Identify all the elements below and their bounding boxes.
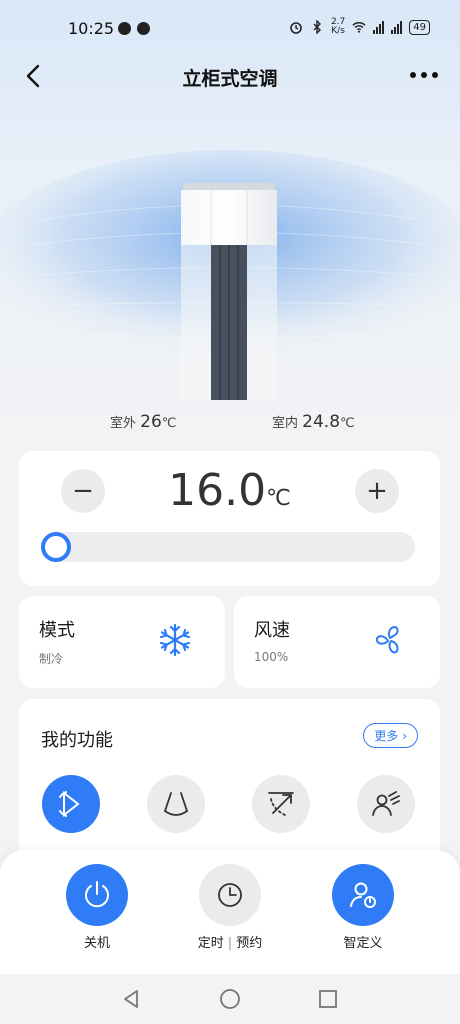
nav-recents-icon[interactable] xyxy=(317,988,339,1010)
swing-icon xyxy=(59,790,80,818)
snowflake-icon xyxy=(159,623,191,657)
status-bar: 10:25 2.7 K/s 49 xyxy=(0,0,460,58)
my-functions-title: 我的功能 xyxy=(41,730,113,751)
ac-top-cap xyxy=(183,183,275,191)
mode-value: 制冷 xyxy=(39,652,64,666)
airflow-icon xyxy=(164,792,188,816)
outdoor-value: 26 xyxy=(140,412,162,432)
signal-icon-2 xyxy=(391,20,403,34)
air-conditioner-illustration xyxy=(0,150,460,400)
target-temperature-value: 16.0 xyxy=(168,465,267,516)
fan-icon xyxy=(375,626,399,654)
wind-speed-title: 风速 xyxy=(254,620,290,641)
speed-unit: K/s xyxy=(331,26,345,36)
battery-icon: 49 xyxy=(409,19,430,35)
temperature-slider-knob[interactable] xyxy=(41,532,71,562)
network-speed: 2.7 K/s xyxy=(331,18,345,36)
outdoor-unit: ℃ xyxy=(161,416,177,431)
nav-back-icon[interactable] xyxy=(120,988,142,1010)
power-icon xyxy=(85,881,109,908)
power-button[interactable] xyxy=(66,864,128,926)
custom-mode-button[interactable] xyxy=(332,864,394,926)
function-angle-button[interactable] xyxy=(252,775,310,833)
nav-home-icon[interactable] xyxy=(219,988,241,1010)
function-swing-button[interactable] xyxy=(42,775,100,833)
page-title: 立柜式空调 xyxy=(182,68,278,90)
status-right: 2.7 K/s 49 xyxy=(289,18,430,36)
timer-button[interactable] xyxy=(199,864,261,926)
target-temperature-unit: ℃ xyxy=(266,486,291,511)
timer-label: 定时 xyxy=(197,936,224,951)
person-sensing-icon xyxy=(372,791,400,816)
custom-mode-label: 智定义 xyxy=(343,936,383,951)
more-options-icon[interactable] xyxy=(410,72,438,78)
power-label: 关机 xyxy=(83,936,110,951)
clock-icon xyxy=(218,883,242,907)
navigation-bar xyxy=(0,974,460,1024)
more-functions-label: 更多 xyxy=(374,729,399,743)
status-time: 10:25 xyxy=(68,19,115,38)
function-airflow-button[interactable] xyxy=(147,775,205,833)
bluetooth-icon xyxy=(313,20,321,34)
chevron-right-icon: › xyxy=(402,729,407,743)
signal-icon-1 xyxy=(373,20,385,34)
custom-user-icon xyxy=(350,882,376,908)
outdoor-label: 室外 xyxy=(110,416,137,431)
temperature-card: − 16.0℃ + xyxy=(19,451,440,586)
wifi-icon xyxy=(352,22,366,33)
ac-body xyxy=(181,190,277,245)
label-separator: | xyxy=(227,936,233,951)
notification-icons xyxy=(118,22,150,35)
mode-card[interactable]: 模式 制冷 xyxy=(19,596,225,688)
indoor-label: 室内 xyxy=(272,416,299,431)
indoor-temperature: 室内 24.8℃ xyxy=(272,412,355,432)
more-functions-button[interactable]: 更多 › xyxy=(363,723,418,748)
wind-speed-value: 100% xyxy=(254,650,289,664)
alarm-icon xyxy=(290,22,302,34)
message-icon xyxy=(118,22,131,35)
bottom-control-panel: 关机 定时 | 预约 智定义 xyxy=(0,850,460,974)
indoor-unit: ℃ xyxy=(340,416,355,431)
indoor-value: 24.8 xyxy=(302,412,341,432)
increase-temperature-button[interactable]: + xyxy=(355,469,399,513)
outdoor-temperature: 室外 26℃ xyxy=(110,412,176,432)
schedule-label: 预约 xyxy=(236,936,263,951)
wind-speed-card[interactable]: 风速 100% xyxy=(234,596,440,688)
timer-schedule-label: 定时 | 预约 xyxy=(170,932,290,951)
app-notification-icon xyxy=(137,22,150,35)
function-person-sensing-button[interactable] xyxy=(357,775,415,833)
temperature-slider[interactable] xyxy=(41,532,415,562)
mode-title: 模式 xyxy=(39,620,75,641)
angle-icon xyxy=(268,792,294,816)
